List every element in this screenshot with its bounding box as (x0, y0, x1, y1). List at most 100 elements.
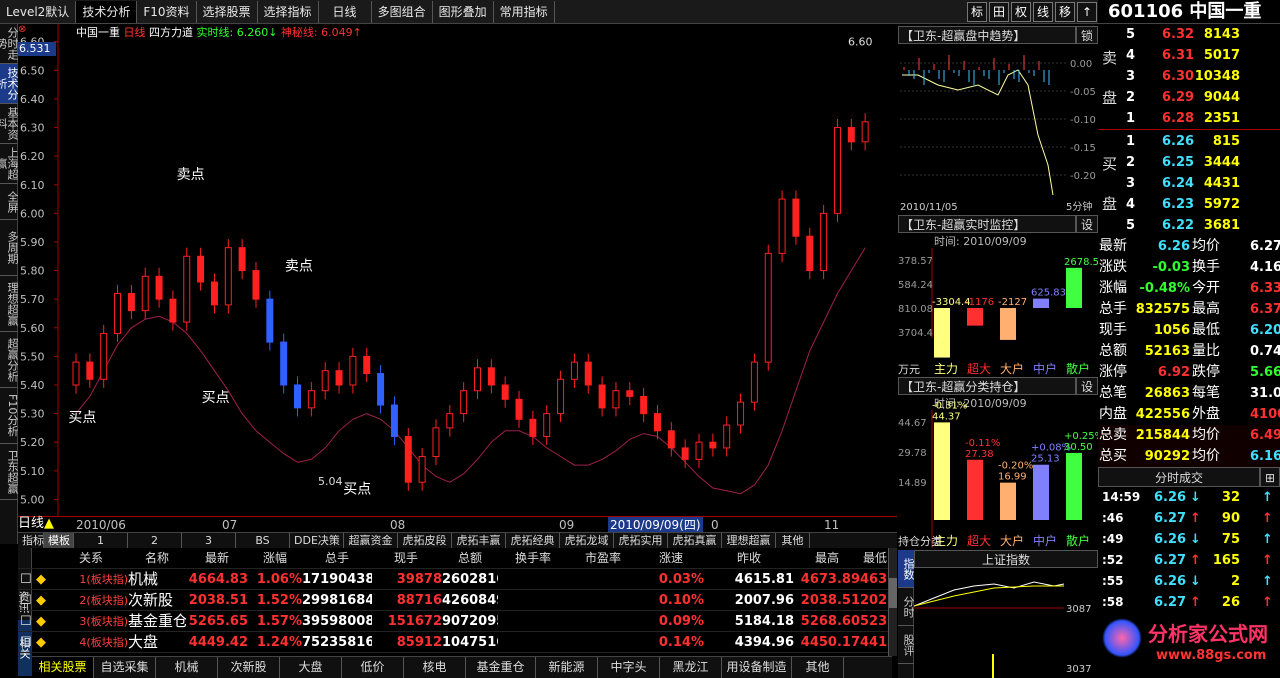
row-checkbox[interactable]: ☐ (20, 590, 34, 611)
menu-common-indicators[interactable]: 常用指标 (494, 0, 555, 23)
bottom-tab[interactable]: 其他 (792, 657, 844, 678)
sell-row[interactable]: 5 6.32 8143 (1098, 24, 1280, 45)
sheet-tab[interactable]: DDE决策 (290, 533, 344, 548)
bottom-tab[interactable]: 低价 (342, 657, 404, 678)
row-checkbox[interactable]: ☐ (20, 632, 34, 653)
column-header[interactable]: 关系 (54, 548, 128, 569)
tab-index[interactable]: 指数 (898, 550, 914, 588)
index-mini-chart: 3087 3037 (914, 568, 1098, 678)
buy-row[interactable]: 2 6.25 3444 (1098, 152, 1280, 173)
table-row[interactable]: ☐ ◆ 3(板块指) 基金重仓 5265.65 1.57% 39598008 151672 90… (18, 611, 890, 632)
tab-intraday[interactable]: 分时走势 (0, 24, 18, 64)
order-volume: 5017 (1203, 48, 1240, 63)
menu-overlay[interactable]: 图形叠加 (433, 0, 494, 23)
tool-line-button[interactable]: 线 (1033, 1, 1053, 22)
sheet-tab[interactable]: 3 (182, 533, 236, 548)
column-header[interactable]: 昨收 (704, 548, 794, 569)
sheet-tab[interactable]: 2 (128, 533, 182, 548)
menu-level2[interactable]: Level2默认 (0, 0, 77, 23)
bottom-tab[interactable]: 中字头 (598, 657, 660, 678)
tab-basic-info[interactable]: 基本资料 (0, 104, 18, 144)
candle-body (709, 441, 717, 449)
column-header[interactable]: 名称 (128, 548, 186, 569)
sheet-tab[interactable]: 1 (74, 533, 128, 548)
trades-grid-icon[interactable]: ⊞ (1260, 467, 1280, 487)
tab-multi-period[interactable]: 多周期 (0, 220, 18, 276)
buy-row[interactable]: 5 6.22 3681 (1098, 215, 1280, 236)
column-header[interactable]: 最新 (186, 548, 248, 569)
bottom-tab[interactable]: 核电 (404, 657, 466, 678)
tab-review[interactable]: 股评 (898, 626, 914, 664)
menu-period[interactable]: 日线 (319, 0, 372, 23)
sell-row[interactable]: 1 6.28 2351 (1098, 108, 1280, 129)
tab-super-analysis[interactable]: 超赢分析 (0, 332, 18, 388)
tab-shanghai[interactable]: 上海超赢 (0, 144, 18, 184)
sheet-tab[interactable]: 模板 (44, 533, 74, 548)
sheet-tab[interactable]: 虎拓丰赢 (452, 533, 506, 548)
table-scrollbar[interactable] (888, 548, 897, 656)
sheet-tab[interactable]: 虎拓经典 (506, 533, 560, 548)
candlestick-chart[interactable]: 6.60 6.50 6.40 6.30 6.20 6.10 6.00 5.90 5.80 5.70… (18, 24, 897, 516)
column-header[interactable]: 最低 (860, 548, 890, 569)
bottom-tab[interactable]: 基金重仓 (466, 657, 536, 678)
scrollbar-thumb[interactable] (889, 578, 897, 608)
tab-tech-analysis[interactable]: 技术分析 (0, 64, 18, 104)
holding-settings-button[interactable]: 设 (1076, 377, 1098, 395)
bottom-tab[interactable]: 新能源 (536, 657, 598, 678)
bottom-tab[interactable]: 用设备制造 (722, 657, 792, 678)
sheet-tab[interactable]: BS (236, 533, 290, 548)
sheet-tab[interactable]: 虎拓真赢 (668, 533, 722, 548)
bottom-tab[interactable]: 机械 (156, 657, 218, 678)
sheet-tab[interactable]: 虎拓实用 (614, 533, 668, 548)
tool-move-button[interactable]: 移 (1055, 1, 1075, 22)
row-checkbox[interactable]: ☐ (20, 611, 34, 632)
table-row[interactable]: ☐ ◆ 1(板块指) 机械 4664.83 1.06% 17190438 39878 26028… (18, 569, 890, 590)
menu-tech-analysis[interactable]: 技术分析 (76, 0, 138, 23)
sell-row[interactable]: 3 6.30 10348 (1098, 66, 1280, 87)
bottom-tab[interactable]: 次新股 (218, 657, 280, 678)
bottom-tab[interactable]: 自选采集 (94, 657, 156, 678)
sheet-tab[interactable]: 超赢资金 (344, 533, 398, 548)
table-row[interactable]: ☐ ◆ 2(板块指) 次新股 2038.51 1.52% 29981684 88716 4260… (18, 590, 890, 611)
sell-row[interactable]: 2 6.29 9044 (1098, 87, 1280, 108)
lock-button[interactable]: 锁 (1076, 26, 1098, 44)
sell-row[interactable]: 4 6.31 5017 (1098, 45, 1280, 66)
buy-row[interactable]: 3 6.24 4431 (1098, 173, 1280, 194)
menu-multi-chart[interactable]: 多图组合 (372, 0, 433, 23)
column-header[interactable]: 最高 (794, 548, 860, 569)
menu-select-stock[interactable]: 选择股票 (197, 0, 258, 23)
tool-grid-button[interactable]: 田 (989, 1, 1009, 22)
sheet-tab[interactable]: 虎拓龙域 (560, 533, 614, 548)
sheet-tab[interactable]: 其他 (776, 533, 810, 548)
tab-ideal[interactable]: 理想超赢 (0, 276, 18, 332)
tool-up-button[interactable]: ↑ (1077, 1, 1097, 22)
tab-f10-analysis[interactable]: F10分析 (0, 388, 18, 444)
table-row[interactable]: ☐ ◆ 4(板块指) 大盘 4449.42 1.24% 75235816 85912 10475… (18, 632, 890, 653)
column-header[interactable]: 现手 (370, 548, 442, 569)
column-header[interactable]: 涨幅 (248, 548, 302, 569)
buy-row[interactable]: 4 6.23 5972 (1098, 194, 1280, 215)
row-checkbox[interactable]: ☐ (20, 569, 34, 590)
column-header[interactable]: 涨速 (638, 548, 704, 569)
tool-rights-button[interactable]: 权 (1011, 1, 1031, 22)
tab-weidong[interactable]: 卫东超赢 (0, 444, 18, 500)
menu-select-indicator[interactable]: 选择指标 (258, 0, 319, 23)
bottom-tab[interactable]: 相关股票 (32, 657, 94, 678)
tab-timeshare[interactable]: 分时 (898, 588, 914, 626)
period-indicator[interactable]: 日线▲ (18, 516, 76, 532)
menu-f10[interactable]: F10资料 (137, 0, 197, 23)
column-header[interactable]: 换手率 (498, 548, 568, 569)
column-header[interactable]: 市盈率 (568, 548, 638, 569)
bottom-tab[interactable]: 大盘 (280, 657, 342, 678)
bottom-tab[interactable]: 黑龙江 (660, 657, 722, 678)
sheet-tab[interactable]: 虎拓皮段 (398, 533, 452, 548)
buy-row[interactable]: 1 6.26 815 (1098, 131, 1280, 152)
tool-mark-button[interactable]: 标 (967, 1, 987, 22)
column-header[interactable]: 总手 (302, 548, 372, 569)
column-header[interactable]: 总额 (442, 548, 498, 569)
tab-fullscreen[interactable]: 全屏 (0, 184, 18, 220)
monitor-settings-button[interactable]: 设 (1076, 215, 1098, 233)
sheet-tab[interactable]: 理想超赢 (722, 533, 776, 548)
close-icon[interactable]: ⊗ (18, 24, 26, 35)
sheet-tab[interactable]: 指标 (18, 533, 44, 548)
